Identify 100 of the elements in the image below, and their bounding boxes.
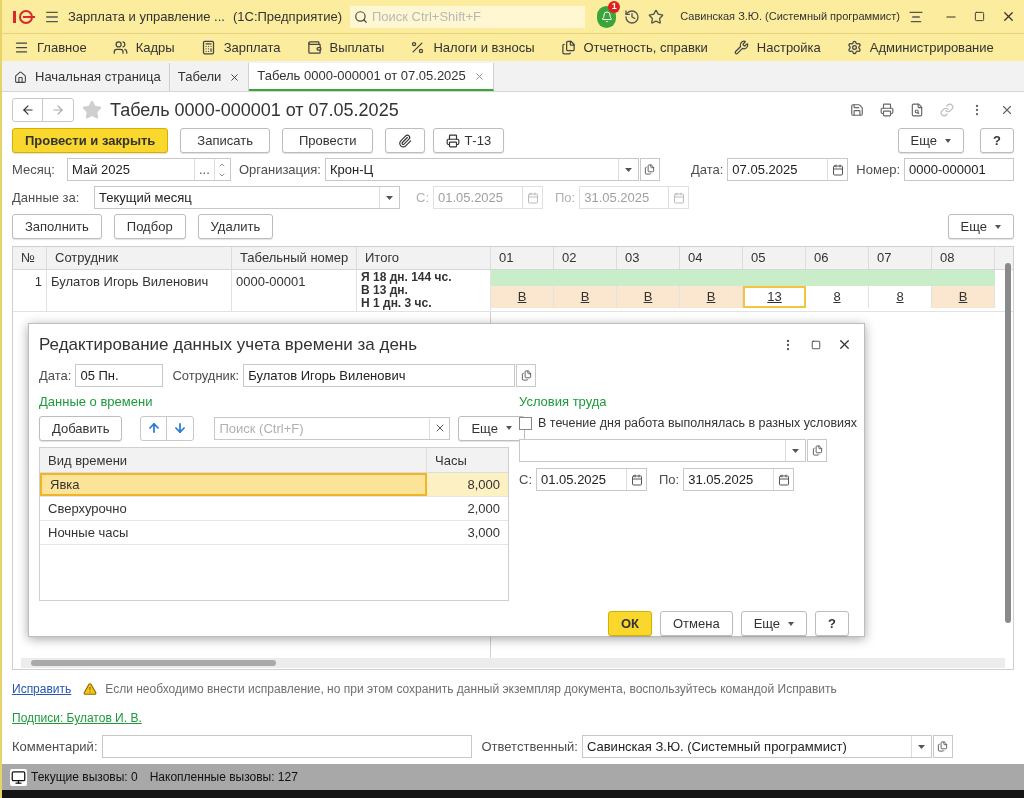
section-menu-item[interactable]: Выплаты — [306, 37, 385, 58]
day-cell[interactable]: 13 — [743, 286, 806, 308]
section-menu-item[interactable]: Налоги и взносы — [410, 37, 535, 58]
horizontal-scrollbar[interactable] — [21, 658, 1005, 668]
from-date-field[interactable]: 01.05.2025 — [536, 468, 647, 491]
open-button[interactable] — [932, 735, 953, 758]
section-menu-item[interactable]: Администрирование — [846, 37, 994, 58]
total-line: Н 1 дн. 3 чс. — [361, 297, 433, 310]
table-command-button[interactable]: Удалить — [197, 214, 274, 239]
day-cell[interactable]: В — [617, 286, 680, 308]
post-and-close-button[interactable]: Провести и закрыть — [12, 128, 169, 153]
organization-label: Организация: — [238, 160, 321, 179]
user-name[interactable]: Савинская З.Ю. (Системный программист) — [680, 8, 900, 25]
more-button[interactable]: Еще — [897, 128, 965, 153]
number-field[interactable]: 0000-000001 — [904, 158, 1014, 181]
select-button[interactable]: ... — [193, 159, 214, 180]
cancel-button[interactable]: Отмена — [659, 611, 733, 636]
organization-field[interactable]: Крон-Ц — [324, 158, 639, 181]
day-cell[interactable]: В — [554, 286, 617, 308]
section-menu-item[interactable]: Настройка — [733, 37, 821, 58]
notification-count: 1 — [608, 0, 621, 13]
period-label: Данные за: — [12, 188, 81, 207]
history-icon[interactable] — [624, 8, 641, 25]
column-header[interactable]: Часы — [427, 448, 508, 473]
caret-icon — [505, 426, 512, 431]
gear-icon — [846, 40, 862, 55]
time-row[interactable]: Ночные часы 3,000 — [40, 521, 508, 546]
column-header[interactable]: Табельный номер — [232, 247, 357, 269]
table-command-button[interactable]: Заполнить — [12, 214, 102, 239]
maximize-icon[interactable] — [974, 11, 985, 22]
open-button[interactable] — [639, 158, 660, 181]
table-command-button[interactable]: Подбор — [113, 214, 186, 239]
close-icon[interactable] — [1000, 103, 1014, 117]
maximize-icon[interactable] — [811, 339, 821, 350]
people-icon — [112, 40, 128, 55]
column-header[interactable]: 01 — [491, 247, 554, 269]
signatures-link[interactable]: Подписи: Булатов И. В. — [12, 709, 142, 727]
help-button[interactable]: ? — [980, 128, 1014, 153]
open-button[interactable] — [516, 363, 537, 387]
column-header[interactable]: 05 — [743, 247, 806, 269]
column-header[interactable]: № — [13, 247, 47, 269]
day-cell[interactable]: В — [932, 286, 995, 308]
day-date-label: Дата: — [39, 366, 72, 385]
employee-field[interactable]: Булатов Игорь Виленович — [243, 363, 516, 387]
column-header[interactable]: 08 — [932, 247, 995, 269]
favorite-star-icon[interactable] — [82, 100, 102, 120]
action-button[interactable]: Записать — [180, 128, 270, 153]
responsible-field[interactable]: Савинская З.Ю. (Системный программист) — [581, 735, 932, 758]
add-button[interactable]: Добавить — [39, 415, 123, 441]
conditions-field[interactable] — [519, 439, 806, 462]
more-button[interactable]: Еще — [458, 415, 525, 441]
time-row[interactable]: Сверхурочно 2,000 — [40, 497, 508, 522]
fix-link[interactable]: Исправить — [12, 680, 72, 698]
table-more-button[interactable]: Еще — [947, 214, 1014, 239]
preview-icon[interactable] — [910, 103, 924, 117]
monitor-icon[interactable] — [10, 768, 27, 786]
print-icon[interactable] — [880, 103, 894, 117]
column-header[interactable]: 07 — [869, 247, 932, 269]
month-field[interactable]: Май 2025 ... — [66, 158, 231, 181]
period-field[interactable]: Текущий месяц — [94, 186, 400, 209]
employee-label: Сотрудник: — [172, 366, 240, 385]
section-menu-item[interactable]: Главное — [14, 37, 87, 58]
column-header[interactable]: 02 — [554, 247, 617, 269]
warning-icon — [83, 682, 98, 696]
column-header[interactable]: 03 — [617, 247, 680, 269]
table-cell-text: 2,000 — [466, 500, 501, 518]
copy-icon — [644, 164, 656, 175]
documents-icon — [560, 40, 576, 55]
to-date-field[interactable]: 31.05.2025 — [683, 468, 795, 491]
close-icon[interactable] — [229, 71, 241, 83]
tab[interactable]: Начальная страница — [6, 63, 170, 91]
ok-button[interactable]: ОК — [607, 611, 652, 636]
more-button[interactable]: Еще — [740, 611, 808, 636]
column-header[interactable]: 04 — [680, 247, 743, 269]
date-field[interactable]: 07.05.2025 — [727, 158, 849, 181]
column-header[interactable]: 06 — [806, 247, 869, 269]
save-icon[interactable] — [850, 103, 864, 117]
tab[interactable]: Табель 0000-000001 от 07.05.2025 — [249, 63, 494, 91]
day-cell[interactable]: В — [491, 286, 554, 308]
attach-button[interactable] — [385, 128, 426, 153]
comment-field[interactable] — [101, 735, 472, 758]
section-menu-item[interactable]: Кадры — [112, 37, 175, 58]
conditions-checkbox[interactable] — [519, 417, 532, 431]
calculator-icon — [200, 40, 216, 55]
section-menu-item[interactable]: Отчетность, справки — [560, 37, 708, 58]
help-button[interactable]: ? — [815, 611, 850, 636]
action-button[interactable]: Провести — [281, 128, 374, 153]
day-cell[interactable]: В — [680, 286, 743, 308]
day-date-field[interactable]: 05 Пн. — [75, 363, 164, 387]
home-icon — [14, 70, 27, 84]
column-header[interactable]: Вид времени — [40, 448, 427, 473]
open-button[interactable] — [807, 439, 827, 462]
time-row[interactable]: Явка 8,000 — [40, 473, 508, 498]
star-icon[interactable] — [648, 8, 665, 25]
column-header[interactable]: Сотрудник — [47, 247, 232, 269]
column-header[interactable]: Итого — [357, 247, 491, 269]
print-form-button[interactable]: Т-13 — [433, 128, 505, 153]
section-menu-item[interactable]: Зарплата — [200, 37, 281, 58]
close-icon[interactable] — [1001, 9, 1016, 24]
comment-label: Комментарий: — [12, 737, 98, 756]
